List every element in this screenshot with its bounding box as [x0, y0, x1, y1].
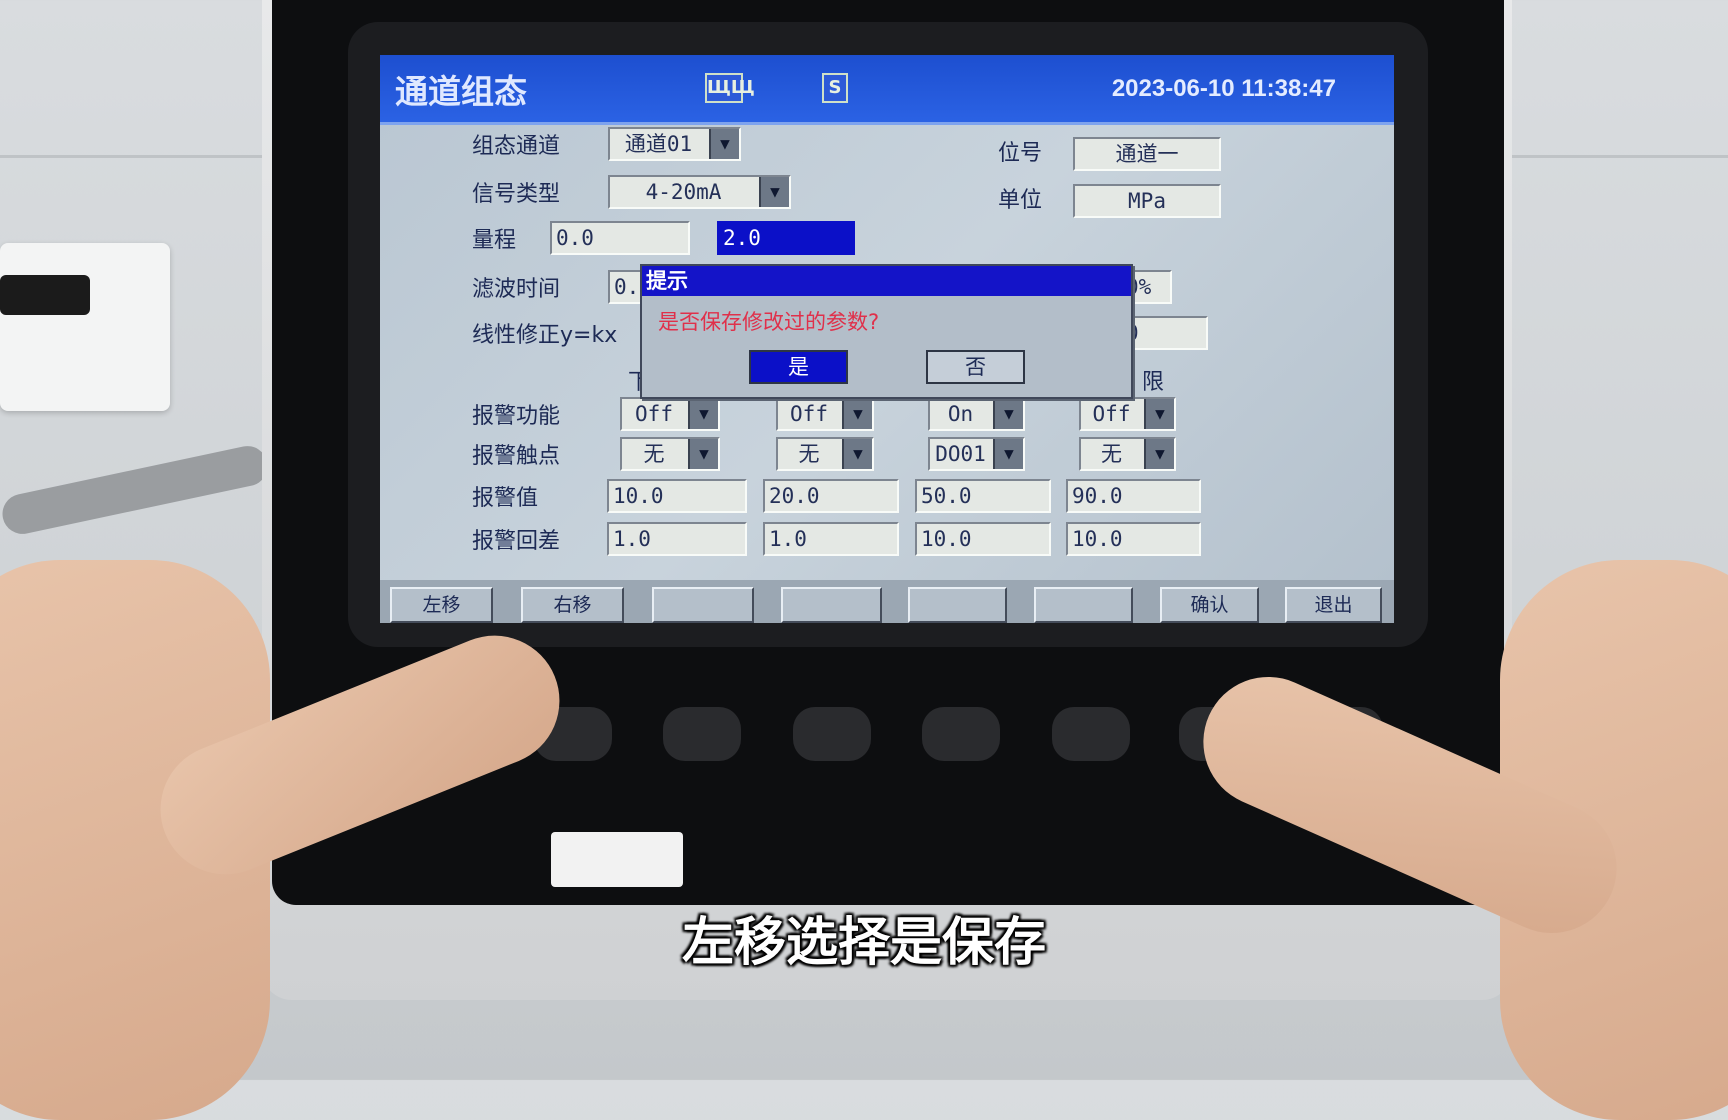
- hardware-key-5[interactable]: [1052, 707, 1130, 761]
- alarm-contact-label: 报警触点: [472, 444, 561, 469]
- chevron-down-icon: ▼: [1144, 399, 1174, 429]
- chevron-down-icon: ▼: [842, 399, 872, 429]
- value: On: [947, 402, 974, 426]
- chevron-down-icon: ▼: [993, 399, 1023, 429]
- value: DO01: [935, 442, 986, 466]
- chevron-down-icon: ▼: [688, 439, 718, 469]
- unit-label: 单位: [998, 188, 1043, 213]
- device-screen: 通道组态 ЩЩ S 2023-06-10 11:38:47 组态通道 通道01 ▼…: [380, 55, 1394, 623]
- alarm-function-label: 报警功能: [472, 404, 561, 429]
- hardware-key-3[interactable]: [793, 707, 871, 761]
- power-plug: [0, 275, 90, 315]
- save-confirm-dialog: 提示 是否保存修改过的参数? 是 否: [640, 264, 1133, 399]
- signal-label: 信号类型: [472, 182, 561, 207]
- column-header-right: 限: [1142, 370, 1165, 395]
- value: 无: [798, 442, 820, 466]
- cable: [0, 442, 272, 538]
- page-title: 通道组态: [395, 72, 527, 111]
- value: Off: [1092, 402, 1131, 426]
- hardware-key-4[interactable]: [922, 707, 1000, 761]
- power-socket: [0, 243, 170, 411]
- alarm-value-input-3[interactable]: 50.0: [915, 479, 1051, 513]
- value: Off: [790, 402, 828, 426]
- chevron-down-icon: ▼: [759, 177, 789, 207]
- alarm-value-input-4[interactable]: 90.0: [1066, 479, 1201, 513]
- filter-label: 滤波时间: [472, 277, 561, 302]
- alarm-contact-select-2[interactable]: 无 ▼: [776, 437, 874, 471]
- alarm-value-input-2[interactable]: 20.0: [763, 479, 899, 513]
- alarm-function-select-3[interactable]: On ▼: [928, 397, 1025, 431]
- confirm-button[interactable]: 确认: [1160, 587, 1259, 623]
- tag-label: 位号: [998, 141, 1043, 166]
- alarm-hysteresis-input-1[interactable]: 1.0: [607, 522, 747, 556]
- alarm-function-select-1[interactable]: Off ▼: [620, 397, 720, 431]
- exit-button[interactable]: 退出: [1285, 587, 1382, 623]
- title-bar: 通道组态 ЩЩ S 2023-06-10 11:38:47: [380, 55, 1394, 125]
- alarm-contact-select-3[interactable]: DO01 ▼: [928, 437, 1025, 471]
- alarm-function-select-2[interactable]: Off ▼: [776, 397, 874, 431]
- signal-value: 4-20mA: [645, 180, 722, 204]
- dialog-title: 提示: [642, 266, 1131, 296]
- alarm-value-label: 报警值: [472, 486, 539, 511]
- chevron-down-icon: ▼: [842, 439, 872, 469]
- softkey-5[interactable]: [908, 587, 1007, 623]
- move-left-button[interactable]: 左移: [390, 587, 493, 623]
- datetime: 2023-06-10 11:38:47: [1111, 75, 1336, 102]
- softkey-6[interactable]: [1034, 587, 1133, 623]
- signal-select[interactable]: 4-20mA ▼: [608, 175, 791, 209]
- video-subtitle: 左移选择是保存: [681, 913, 1046, 973]
- channel-label: 组态通道: [472, 134, 561, 159]
- alarm-hysteresis-input-2[interactable]: 1.0: [763, 522, 899, 556]
- range-high-input[interactable]: 2.0: [717, 221, 855, 255]
- range-low-input[interactable]: 0.0: [550, 221, 690, 255]
- alarm-contact-select-1[interactable]: 无 ▼: [620, 437, 720, 471]
- alarm-hysteresis-input-3[interactable]: 10.0: [915, 522, 1051, 556]
- softkey-4[interactable]: [781, 587, 882, 623]
- chevron-down-icon: ▼: [688, 399, 718, 429]
- channel-select[interactable]: 通道01 ▼: [608, 127, 741, 161]
- chevron-down-icon: ▼: [1144, 439, 1174, 469]
- alarm-hysteresis-input-4[interactable]: 10.0: [1066, 522, 1201, 556]
- no-button[interactable]: 否: [926, 350, 1025, 384]
- softkey-3[interactable]: [652, 587, 754, 623]
- unit-input[interactable]: MPa: [1073, 184, 1221, 218]
- hardware-key-2[interactable]: [663, 707, 741, 761]
- alarm-hysteresis-label: 报警回差: [472, 529, 561, 554]
- alarm-value-input-1[interactable]: 10.0: [607, 479, 747, 513]
- linear-label: 线性修正y=kx: [472, 323, 618, 348]
- yes-button[interactable]: 是: [749, 350, 848, 384]
- move-right-button[interactable]: 右移: [521, 587, 624, 623]
- pulse-icon: ЩЩ: [705, 73, 755, 103]
- card-slot: [551, 832, 683, 887]
- dialog-message: 是否保存修改过的参数?: [658, 310, 880, 334]
- value: 无: [1101, 442, 1122, 466]
- chevron-down-icon: ▼: [709, 129, 739, 159]
- linear-right-input[interactable]: 0: [1120, 316, 1208, 350]
- alarm-function-select-4[interactable]: Off ▼: [1079, 397, 1176, 431]
- value: Off: [635, 402, 673, 426]
- alarm-contact-select-4[interactable]: 无 ▼: [1079, 437, 1176, 471]
- s-icon: S: [822, 73, 848, 103]
- chevron-down-icon: ▼: [993, 439, 1023, 469]
- channel-value: 通道01: [624, 132, 693, 156]
- value: 无: [643, 442, 665, 466]
- range-label: 量程: [472, 228, 517, 253]
- softkey-bar: 左移 右移 确认 退出: [380, 580, 1394, 623]
- tag-input[interactable]: 通道一: [1073, 137, 1221, 171]
